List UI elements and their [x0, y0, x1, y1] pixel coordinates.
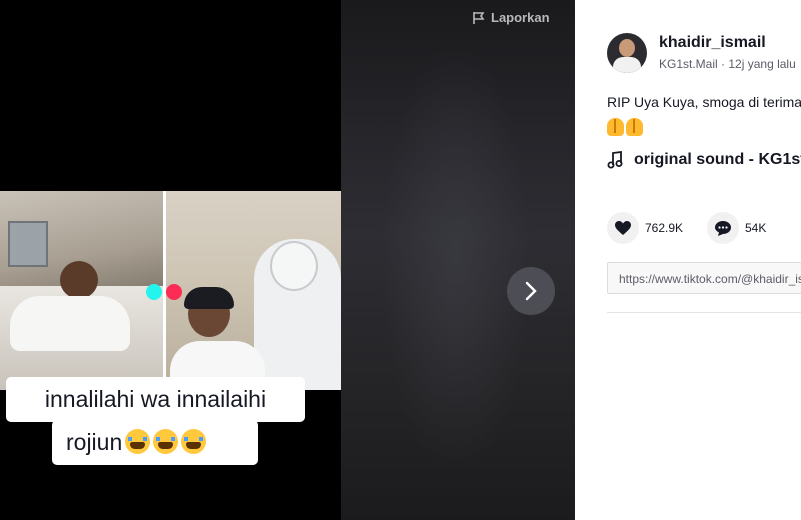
flag-icon — [473, 11, 485, 24]
like-count: 762.9K — [645, 221, 684, 235]
comment-button[interactable] — [707, 212, 739, 244]
medical-monitor — [8, 221, 48, 267]
folded-hands-icon — [626, 118, 643, 136]
loudly-crying-face-icon — [153, 429, 179, 454]
divider — [607, 312, 801, 313]
loudly-crying-face-icon — [181, 429, 207, 454]
post-time: 12j yang lalu — [728, 57, 796, 71]
sound-link[interactable]: original sound - KG1st.Mail — [607, 151, 801, 169]
avatar-face — [619, 39, 635, 57]
avatar-body — [613, 57, 641, 73]
author-meta: KG1st.Mail · 12j yang lalu — [659, 57, 796, 71]
video-description: RIP Uya Kuya, smoga di terima — [607, 94, 801, 110]
video-frame[interactable] — [0, 191, 341, 390]
like-button[interactable] — [607, 212, 639, 244]
username[interactable]: khaidir_ismail — [659, 34, 766, 52]
video-info-panel: khaidir_ismail KG1st.Mail · 12j yang lal… — [575, 0, 801, 520]
avatar[interactable] — [607, 33, 647, 73]
heart-icon — [615, 221, 631, 235]
music-note-icon — [607, 151, 623, 169]
health-worker-hood — [270, 241, 318, 291]
tiktok-logo-dot-cyan — [146, 284, 162, 300]
folded-hands-icon — [607, 118, 624, 136]
video-caption-line-1: innalilahi wa innailaihi — [6, 377, 305, 422]
chevron-right-icon — [525, 281, 537, 301]
meta-separator: · — [721, 57, 726, 71]
next-video-blur-background — [341, 0, 575, 520]
description-emojis — [607, 118, 643, 136]
comment-count: 54K — [745, 221, 767, 235]
report-button[interactable]: Laporkan — [472, 10, 550, 25]
like-stat[interactable]: 762.9K — [607, 212, 683, 244]
loudly-crying-face-icon — [125, 429, 151, 454]
comment-stat[interactable]: 54K — [707, 212, 766, 244]
comment-icon — [715, 220, 731, 236]
patient-head — [60, 261, 98, 299]
video-caption-line-2: rojiun — [52, 420, 258, 465]
sound-title: original sound - KG1st.Mail — [634, 151, 801, 168]
video-player[interactable]: innalilahi wa innailaihi rojiun Laporkan — [0, 0, 575, 520]
hospital-bed-scene — [0, 191, 163, 390]
report-label: Laporkan — [491, 10, 550, 25]
patient-body — [10, 296, 130, 351]
swab-test-scene — [166, 191, 341, 390]
patient-hair — [184, 287, 234, 309]
copy-link-field[interactable]: https://www.tiktok.com/@khaidir_ismail — [607, 262, 801, 294]
next-video-button[interactable] — [507, 267, 555, 315]
caption-text: rojiun — [66, 429, 123, 455]
tiktok-logo-dot-red — [166, 284, 182, 300]
nickname: KG1st.Mail — [659, 57, 718, 71]
